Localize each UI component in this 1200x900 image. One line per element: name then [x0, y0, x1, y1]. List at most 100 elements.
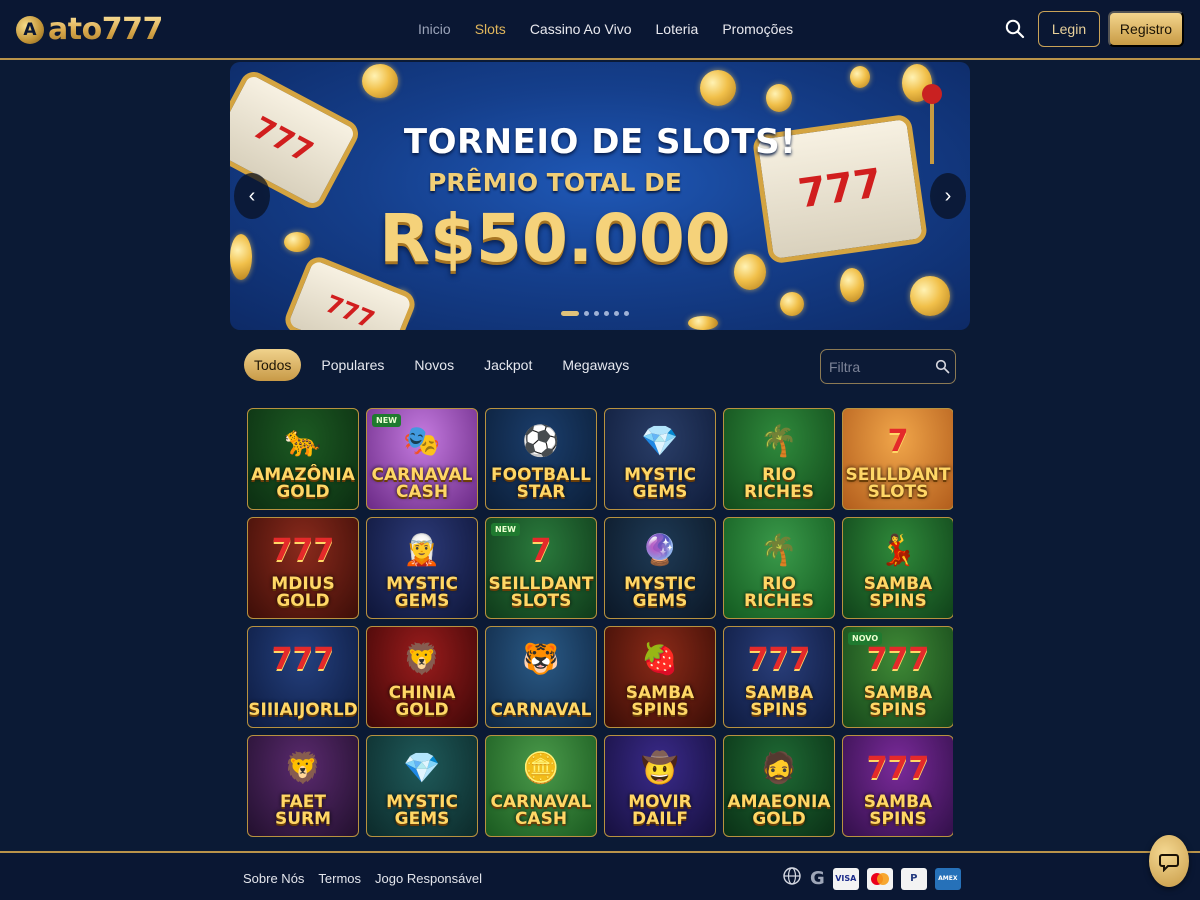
search-icon[interactable] — [935, 359, 950, 374]
game-art-icon: 🎭 — [403, 424, 441, 459]
game-title: MDIUS GOLD — [271, 574, 335, 611]
pagination-dot[interactable] — [604, 311, 609, 316]
game-tile[interactable]: 🌴 RIO RICHES — [723, 517, 835, 619]
game-tile[interactable]: 777 MDIUS GOLD — [247, 517, 359, 619]
game-tile[interactable]: 777 SAMBA SPINS — [723, 626, 835, 728]
game-tile[interactable]: 🔮 MYSTIC GEMS — [604, 517, 716, 619]
game-tile[interactable]: 💎 MYSTIC GEMS — [604, 408, 716, 510]
game-art-icon: 🔮 — [641, 533, 679, 568]
promo-banner[interactable]: 777 777 777 TORNEIO DE SLOTS! PRÊMIO TOT… — [230, 62, 970, 330]
game-search-input[interactable] — [821, 351, 921, 382]
game-tile[interactable]: 🤠 MOVIR DAILF — [604, 735, 716, 837]
new-badge: NOVO — [848, 632, 883, 645]
paypal-badge: P — [900, 867, 927, 890]
game-tile[interactable]: 🦁 CHINIA GOLD — [366, 626, 478, 728]
coin-decoration — [700, 70, 736, 106]
search-icon[interactable] — [1004, 18, 1026, 40]
game-art-icon: 🐯 — [522, 642, 560, 677]
game-tile[interactable]: 777 SAMBA SPINS — [842, 735, 953, 837]
footer-links: Sobre Nós Termos Jogo Responsável — [243, 871, 482, 886]
google-icon: G — [810, 868, 825, 889]
game-art-icon: 777 — [866, 751, 930, 786]
tab-novos[interactable]: Novos — [404, 349, 464, 381]
pagination-dot[interactable] — [561, 311, 579, 316]
tab-megaways[interactable]: Megaways — [552, 349, 639, 381]
game-art-icon: 🌴 — [760, 533, 798, 568]
nav-promocoes[interactable]: Promoções — [722, 21, 793, 37]
game-tile[interactable]: 777 NOVO SAMBA SPINS — [842, 626, 953, 728]
game-tile[interactable]: 💃 SAMBA SPINS — [842, 517, 953, 619]
category-tabs: Todos Populares Novos Jackpot Megaways — [244, 349, 639, 381]
game-title: AMAEONIA GOLD — [727, 792, 831, 829]
game-tile[interactable]: 🧔 AMAEONIA GOLD — [723, 735, 835, 837]
nav-cassino-ao-vivo[interactable]: Cassino Ao Vivo — [530, 21, 632, 37]
banner-title: TORNEIO DE SLOTS! — [403, 122, 797, 162]
amex-badge: AMEX — [934, 867, 961, 890]
game-art-icon: 7 — [530, 533, 552, 568]
pagination-dot[interactable] — [614, 311, 619, 316]
game-art-icon: 🧔 — [760, 751, 798, 786]
banner-prev-button[interactable]: ‹ — [234, 173, 270, 219]
game-tile[interactable]: 🐯 CARNAVAL — [485, 626, 597, 728]
game-tile[interactable]: 777 SIIIAIJORLD — [247, 626, 359, 728]
game-title: SAMBA SPINS — [863, 683, 933, 720]
game-tile[interactable]: 7 SEILLDANT SLOTS — [842, 408, 953, 510]
game-title: SAMBA SPINS — [863, 792, 933, 829]
banner-pagination — [561, 311, 629, 316]
game-tile[interactable]: 🌴 RIO RICHES — [723, 408, 835, 510]
top-header: A ato777 Inicio Slots Cassino Ao Vivo Lo… — [0, 0, 1200, 60]
game-art-icon: 🦁 — [403, 642, 441, 677]
game-title: SAMBA SPINS — [625, 683, 695, 720]
nav-slots[interactable]: Slots — [475, 21, 506, 37]
login-button[interactable]: Legin — [1038, 11, 1100, 47]
game-art-icon: 💎 — [403, 751, 441, 786]
chevron-right-icon: › — [944, 184, 952, 207]
footer-link-sobre-nos[interactable]: Sobre Nós — [243, 871, 304, 886]
banner-next-button[interactable]: › — [930, 173, 966, 219]
coin-decoration — [766, 84, 792, 112]
banner-prize: R$50.000 — [379, 200, 731, 277]
game-tile[interactable]: 💎 MYSTIC GEMS — [366, 735, 478, 837]
game-art-icon: 777 — [271, 642, 335, 677]
game-tile[interactable]: 🎭 NEW CARNAVAL CASH — [366, 408, 478, 510]
tab-todos[interactable]: Todos — [244, 349, 302, 381]
game-title: MYSTIC GEMS — [386, 792, 458, 829]
game-title: CARNAVAL CASH — [371, 465, 473, 502]
slot-lever-knob — [922, 84, 942, 104]
brand-logo[interactable]: A ato777 — [16, 12, 163, 47]
banner-subtitle: PRÊMIO TOTAL DE — [427, 168, 683, 197]
game-title: MYSTIC GEMS — [386, 574, 458, 611]
game-title: CARNAVAL CASH — [490, 792, 592, 829]
game-title: CHINIA GOLD — [388, 683, 456, 720]
game-tile[interactable]: ⚽ FOOTBALL STAR — [485, 408, 597, 510]
nav-loteria[interactable]: Loteria — [656, 21, 699, 37]
game-title: SEILLDANT SLOTS — [845, 465, 951, 502]
register-button[interactable]: Registro — [1108, 11, 1184, 47]
globe-icon[interactable] — [782, 866, 802, 891]
game-tile[interactable]: 🪙 CARNAVAL CASH — [485, 735, 597, 837]
game-title: MYSTIC GEMS — [624, 465, 696, 502]
game-art-icon: 🪙 — [522, 751, 560, 786]
tab-jackpot[interactable]: Jackpot — [474, 349, 542, 381]
game-title: CARNAVAL — [490, 700, 592, 720]
game-art-icon: 🤠 — [641, 751, 679, 786]
game-tile[interactable]: 🍓 SAMBA SPINS — [604, 626, 716, 728]
game-tile[interactable]: 🐆 AMAZÔNIA GOLD — [247, 408, 359, 510]
pagination-dot[interactable] — [584, 311, 589, 316]
game-art-icon: 🌴 — [760, 424, 798, 459]
pagination-dot[interactable] — [624, 311, 629, 316]
game-art-icon: 🐆 — [284, 424, 322, 459]
game-tile[interactable]: 🧝 MYSTIC GEMS — [366, 517, 478, 619]
game-tile[interactable]: 🦁 FAET SURM — [247, 735, 359, 837]
game-title: FAET SURM — [274, 792, 332, 829]
game-tile[interactable]: 7 NEW SEILLDANT SLOTS — [485, 517, 597, 619]
tab-populares[interactable]: Populares — [311, 349, 394, 381]
chat-button[interactable] — [1149, 835, 1189, 887]
footer-link-jogo-responsavel[interactable]: Jogo Responsável — [375, 871, 482, 886]
nav-inicio[interactable]: Inicio — [418, 21, 451, 37]
game-art-icon: ⚽ — [522, 424, 560, 459]
mastercard-badge — [866, 867, 893, 890]
footer-link-termos[interactable]: Termos — [318, 871, 361, 886]
pagination-dot[interactable] — [594, 311, 599, 316]
game-title: SAMBA SPINS — [863, 574, 933, 611]
